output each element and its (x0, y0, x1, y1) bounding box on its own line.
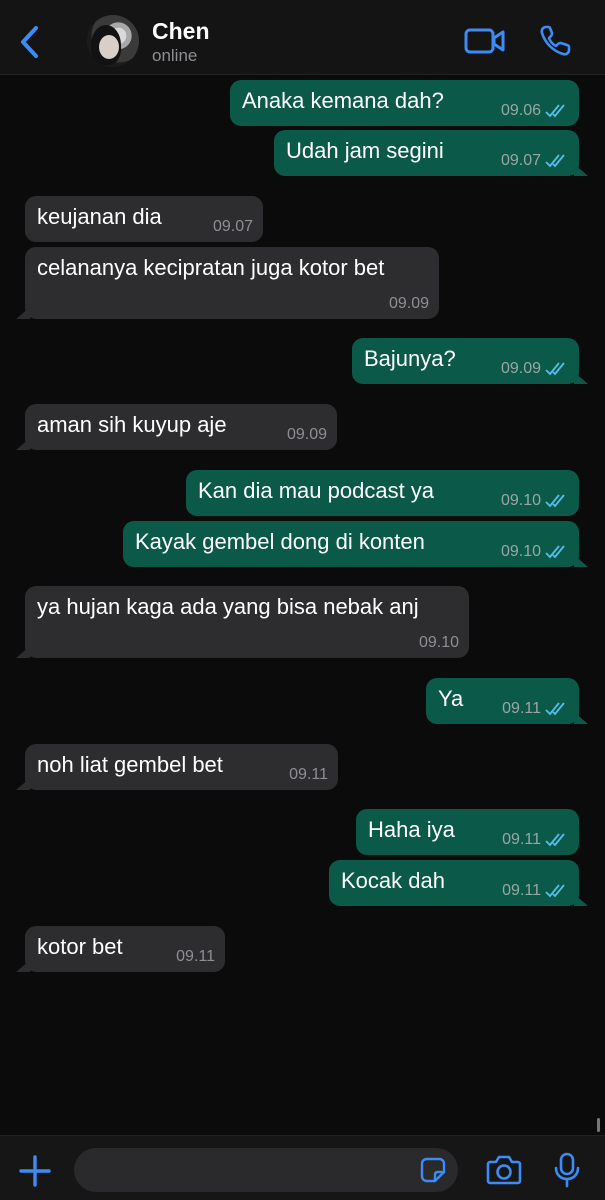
phone-icon (540, 25, 571, 56)
message-time: 09.11 (289, 766, 328, 783)
outgoing-message[interactable]: Anaka kemana dah? 09.06 (230, 80, 579, 126)
chat-header: Chen online (0, 0, 605, 75)
sticker-button[interactable] (420, 1157, 446, 1183)
camera-button[interactable] (486, 1154, 522, 1186)
incoming-message[interactable]: aman sih kuyup aje 09.09 (16, 404, 337, 450)
chat-screen: Chen online Anaka kemana dah? 09.06 Udah j… (0, 0, 605, 1200)
sticker-icon (420, 1157, 446, 1183)
message-meta: 09.11 (502, 831, 569, 849)
message-meta: 09.10 (419, 634, 459, 652)
message-time: 09.11 (502, 882, 541, 899)
message-text: aman sih kuyup aje (37, 412, 227, 437)
message-text: ya hujan kaga ada yang bisa nebak anj (37, 594, 419, 619)
message-input[interactable] (74, 1148, 458, 1192)
microphone-button[interactable] (553, 1152, 581, 1188)
incoming-message[interactable]: kotor bet 09.11 (16, 926, 225, 972)
message-meta: 09.07 (213, 218, 253, 236)
camera-icon (486, 1155, 522, 1185)
message-time: 09.06 (500, 102, 541, 119)
outgoing-message[interactable]: Kan dia mau podcast ya 09.10 (186, 470, 579, 516)
outgoing-message[interactable]: Udah jam segini 09.07 (274, 130, 588, 176)
plus-icon (19, 1155, 51, 1187)
video-call-button[interactable] (464, 25, 506, 57)
contact-name[interactable]: Chen (152, 18, 210, 45)
outgoing-message[interactable]: Bajunya? 09.09 (352, 338, 588, 384)
bubble-tail (16, 960, 30, 972)
bubble-tail (574, 372, 588, 384)
message-text: celananya kecipratan juga kotor bet (37, 255, 385, 280)
message-time: 09.09 (388, 295, 429, 312)
incoming-message[interactable]: keujanan dia 09.07 (25, 196, 263, 242)
message-time: 09.07 (212, 218, 253, 235)
message-time: 09.10 (418, 634, 459, 651)
bubble-tail (16, 646, 30, 658)
read-receipt-icon (545, 884, 565, 898)
microphone-icon (554, 1152, 580, 1188)
bubble-tail (574, 555, 588, 567)
message-time: 09.11 (502, 700, 541, 717)
outgoing-message[interactable]: Kocak dah 09.11 (329, 860, 588, 906)
message-time: 09.09 (500, 360, 541, 377)
bubble-tail (16, 438, 30, 450)
message-meta: 09.06 (501, 102, 569, 120)
read-receipt-icon (545, 104, 565, 118)
avatar[interactable] (87, 15, 139, 67)
message-meta: 09.11 (289, 766, 328, 784)
message-time: 09.07 (500, 152, 541, 169)
contact-status: online (152, 46, 198, 65)
video-call-icon (464, 28, 505, 54)
message-meta: 09.09 (287, 426, 327, 444)
message-time: 09.11 (176, 948, 215, 965)
bubble-tail (574, 164, 588, 176)
attach-button[interactable] (16, 1152, 54, 1190)
message-meta: 09.09 (501, 360, 569, 378)
incoming-message[interactable]: ya hujan kaga ada yang bisa nebak anj 09.… (16, 586, 469, 658)
bubble-tail (16, 778, 30, 790)
back-chevron-icon (21, 26, 38, 58)
message-meta: 09.07 (501, 152, 569, 170)
back-button[interactable] (12, 22, 46, 62)
voice-call-button[interactable] (538, 24, 572, 58)
composer-bar (0, 1135, 605, 1200)
bubble-tail (16, 307, 30, 319)
message-text: noh liat gembel bet (37, 752, 223, 777)
incoming-message[interactable]: celananya kecipratan juga kotor bet 09.09 (16, 247, 439, 319)
scrollbar[interactable] (597, 1118, 600, 1132)
message-meta: 09.10 (501, 543, 569, 561)
read-receipt-icon (545, 702, 565, 716)
message-meta: 09.11 (176, 948, 215, 966)
message-meta: 09.11 (502, 882, 569, 900)
incoming-message[interactable]: noh liat gembel bet 09.11 (16, 744, 338, 790)
bubble-tail (574, 894, 588, 906)
read-receipt-icon (545, 494, 565, 508)
bubble-tail (574, 712, 588, 724)
message-time: 09.09 (286, 426, 327, 443)
message-meta: 09.09 (389, 295, 429, 313)
message-time: 09.10 (500, 543, 541, 560)
message-time: 09.11 (502, 831, 541, 848)
message-time: 09.10 (500, 492, 541, 509)
outgoing-message[interactable]: Ya 09.11 (426, 678, 588, 724)
outgoing-message[interactable]: Kayak gembel dong di konten 09.10 (123, 521, 588, 567)
outgoing-message[interactable]: Haha iya 09.11 (356, 809, 579, 855)
read-receipt-icon (545, 154, 565, 168)
message-meta: 09.11 (502, 700, 569, 718)
read-receipt-icon (545, 545, 565, 559)
read-receipt-icon (545, 362, 565, 376)
read-receipt-icon (545, 833, 565, 847)
message-meta: 09.10 (501, 492, 569, 510)
